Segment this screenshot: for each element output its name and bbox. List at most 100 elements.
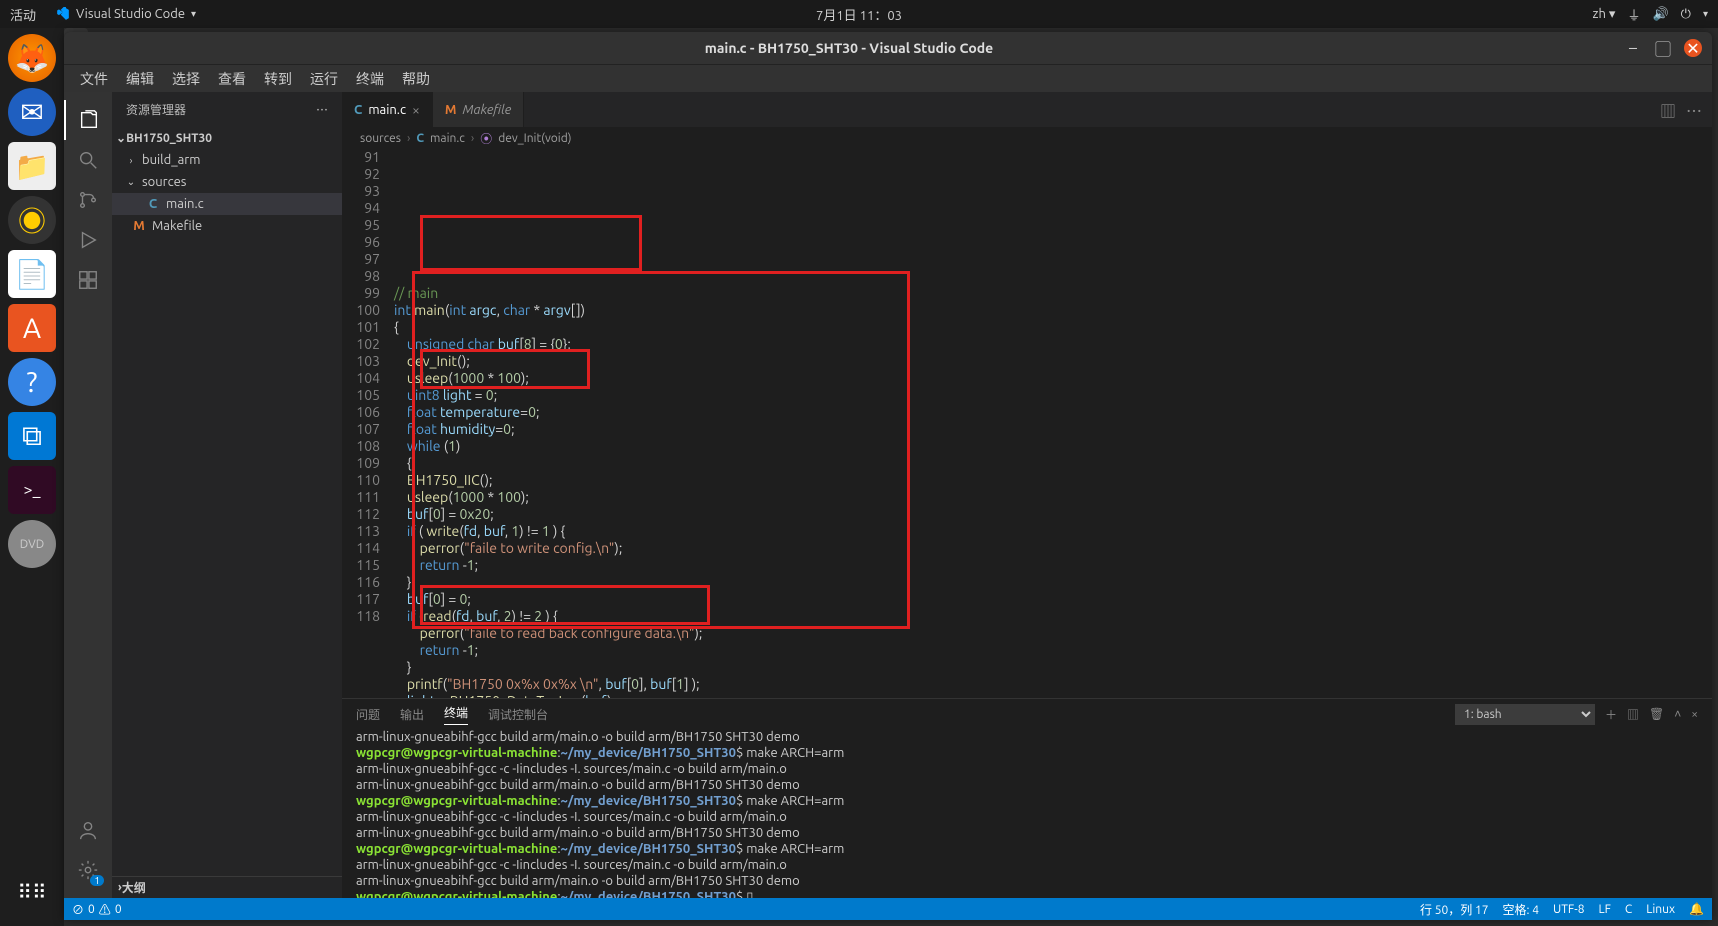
root-folder-label: BH1750_SHT30 [126, 132, 212, 145]
menu-run[interactable]: 运行 [304, 67, 344, 91]
lang-indicator[interactable]: zh ▾ [1593, 7, 1616, 22]
outline-section[interactable]: › 大纲 [112, 876, 342, 898]
activity-extensions[interactable] [64, 260, 112, 300]
window-titlebar: main.c - BH1750_SHT30 - Visual Studio Co… [64, 32, 1712, 64]
status-eol[interactable]: LF [1598, 901, 1610, 918]
code-editor[interactable]: 9192939495969798991001011021031041051061… [342, 149, 1712, 698]
activity-scm[interactable] [64, 180, 112, 220]
tree-folder-sources[interactable]: ⌄ sources [112, 171, 342, 193]
editor-area: C main.c × M Makefile ▥ ⋯ sources › C ma… [342, 92, 1712, 898]
more-actions-icon[interactable]: ⋯ [1686, 98, 1702, 122]
dock-software[interactable]: A [8, 304, 56, 352]
kill-terminal-icon[interactable]: 🗑 [1649, 707, 1664, 721]
tree-folder-build-arm[interactable]: › build_arm [112, 149, 342, 171]
close-panel-icon[interactable]: × [1691, 708, 1698, 721]
dock-show-apps[interactable]: ⠿⠿ [8, 868, 56, 916]
window-close-button[interactable]: ✕ [1684, 39, 1702, 57]
dock-rhythmbox[interactable]: ◉ [8, 196, 56, 244]
menu-file[interactable]: 文件 [74, 67, 114, 91]
activity-bar: 1 [64, 92, 112, 898]
status-lang[interactable]: C [1625, 901, 1632, 918]
activity-search[interactable] [64, 140, 112, 180]
activity-explorer[interactable] [64, 100, 112, 140]
panel-tab-output[interactable]: 输出 [400, 706, 424, 723]
activity-settings[interactable]: 1 [64, 850, 112, 890]
dock-files[interactable]: 📁 [8, 142, 56, 190]
chevron-down-icon: ⌄ [126, 176, 136, 188]
file-label: Makefile [152, 219, 202, 233]
annotation-box [420, 215, 642, 271]
status-errors[interactable]: ⊘ 0 ⚠ 0 [72, 901, 122, 918]
terminal-select[interactable]: 1: bash [1455, 704, 1595, 725]
dock-dvd[interactable]: DVD [8, 520, 56, 568]
menu-selection[interactable]: 选择 [166, 67, 206, 91]
breadcrumb-item[interactable]: main.c [430, 132, 465, 145]
breadcrumb-item[interactable]: sources [360, 132, 401, 145]
dock-terminal[interactable]: >_ [8, 466, 56, 514]
power-icon[interactable]: ⏻ [1681, 7, 1691, 22]
code-content[interactable]: // mainint main(int argc, char * argv[])… [394, 149, 1602, 698]
app-name[interactable]: Visual Studio Code [76, 7, 185, 21]
menubar: 文件 编辑 选择 查看 转到 运行 终端 帮助 [64, 64, 1712, 92]
c-file-icon: C [416, 132, 424, 145]
menu-go[interactable]: 转到 [258, 67, 298, 91]
volume-icon[interactable]: 🔊 [1652, 7, 1668, 22]
split-editor-icon[interactable]: ▥ [1660, 98, 1676, 122]
gnome-top-bar: 活动 Visual Studio Code ▾ 7月1日 11：03 zh ▾ … [0, 0, 1718, 28]
window-minimize-button[interactable]: – [1624, 39, 1642, 57]
status-line-col[interactable]: 行 50，列 17 [1420, 901, 1489, 918]
status-bell-icon[interactable]: 🔔 [1689, 901, 1704, 918]
dock: 🦊 ✉ 📁 ◉ 📄 A ? ⧉ >_ DVD ⠿⠿ [0, 28, 64, 926]
tab-makefile[interactable]: M Makefile [433, 92, 524, 127]
breadcrumbs[interactable]: sources › C main.c › ⦿ dev_Init(void) [342, 127, 1712, 149]
editor-tabs: C main.c × M Makefile ▥ ⋯ [342, 92, 1712, 127]
dock-thunderbird[interactable]: ✉ [8, 88, 56, 136]
tab-close-icon[interactable]: × [412, 102, 420, 118]
status-spaces[interactable]: 空格: 4 [1503, 901, 1539, 918]
maximize-panel-icon[interactable]: ˄ [1674, 707, 1681, 721]
dock-libreoffice[interactable]: 📄 [8, 250, 56, 298]
tab-label: main.c [368, 103, 406, 117]
new-terminal-icon[interactable]: ＋ [1605, 706, 1617, 723]
panel-tab-terminal[interactable]: 终端 [444, 704, 468, 725]
bottom-panel: 问题 输出 终端 调试控制台 1: bash ＋ ▥ 🗑 ˄ × arm-lin… [342, 698, 1712, 898]
datetime[interactable]: 7月1日 11：03 [816, 5, 902, 24]
activity-account[interactable] [64, 810, 112, 850]
vscode-window: main.c - BH1750_SHT30 - Visual Studio Co… [64, 32, 1712, 920]
activity-debug[interactable] [64, 220, 112, 260]
activities-label[interactable]: 活动 [10, 5, 36, 24]
terminal-content[interactable]: arm-linux-gnueabihf-gcc build arm/main.o… [342, 729, 1712, 898]
chevron-down-icon: ▾ [1703, 8, 1708, 20]
dock-help[interactable]: ? [8, 358, 56, 406]
network-icon[interactable]: ⏚ [1627, 5, 1640, 24]
file-label: main.c [166, 197, 204, 211]
panel-tab-problems[interactable]: 问题 [356, 706, 380, 723]
vscode-icon [56, 7, 70, 21]
window-title: main.c - BH1750_SHT30 - Visual Studio Co… [74, 40, 1624, 56]
tree-file-main-c[interactable]: C main.c [112, 193, 342, 215]
split-terminal-icon[interactable]: ▥ [1627, 706, 1639, 723]
tree-file-makefile[interactable]: M Makefile [112, 215, 342, 237]
status-encoding[interactable]: UTF-8 [1553, 901, 1584, 918]
tab-main-c[interactable]: C main.c × [342, 92, 433, 127]
minimap[interactable] [1602, 149, 1712, 698]
dock-firefox[interactable]: 🦊 [8, 34, 56, 82]
explorer-title: 资源管理器 [126, 101, 186, 118]
menu-help[interactable]: 帮助 [396, 67, 436, 91]
dock-vscode[interactable]: ⧉ [8, 412, 56, 460]
activities-area[interactable]: 活动 Visual Studio Code ▾ [10, 5, 196, 24]
breadcrumb-item[interactable]: dev_Init(void) [498, 132, 571, 145]
panel-tab-debug[interactable]: 调试控制台 [488, 706, 548, 723]
explorer-more-icon[interactable]: ⋯ [316, 101, 328, 118]
window-maximize-button[interactable]: ▢ [1654, 39, 1672, 57]
tab-label: Makefile [462, 103, 511, 117]
menu-terminal[interactable]: 终端 [350, 67, 390, 91]
function-icon: ⦿ [480, 130, 492, 147]
menu-edit[interactable]: 编辑 [120, 67, 160, 91]
folder-root[interactable]: ⌄ BH1750_SHT30 [112, 127, 342, 149]
chevron-right-icon: › [126, 155, 136, 166]
menu-view[interactable]: 查看 [212, 67, 252, 91]
panel-tabs: 问题 输出 终端 调试控制台 1: bash ＋ ▥ 🗑 ˄ × [342, 699, 1712, 729]
status-os[interactable]: Linux [1646, 901, 1675, 918]
chevron-down-icon: ▾ [191, 8, 196, 20]
